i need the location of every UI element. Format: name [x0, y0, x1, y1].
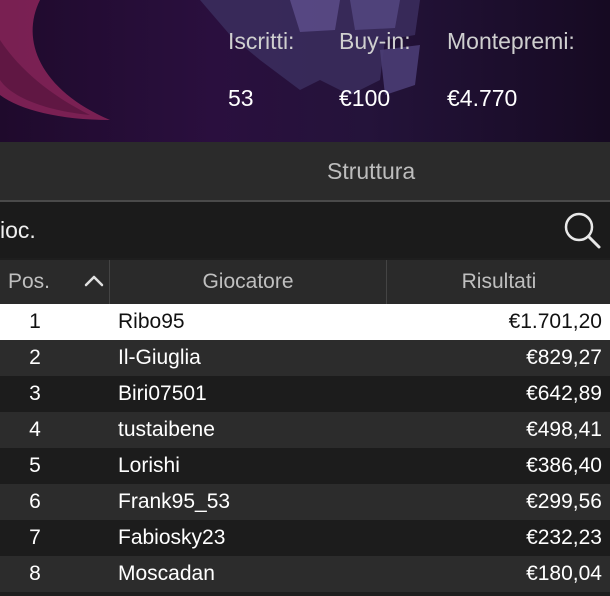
row-result: €180,04 — [526, 562, 602, 585]
structure-tab-bar: Struttura — [0, 142, 610, 202]
search-row — [0, 202, 610, 258]
table-row[interactable]: 4 tustaibene €498,41 — [0, 412, 610, 448]
row-player: Fabiosky23 — [118, 526, 226, 549]
row-player: tustaibene — [118, 418, 215, 441]
row-player: Il-Giuglia — [118, 346, 201, 369]
search-input[interactable] — [0, 202, 540, 258]
column-header-pos-label: Pos. — [8, 270, 51, 293]
row-result: €299,56 — [526, 490, 602, 513]
row-position: 8 — [29, 562, 41, 585]
stat-label-iscritti: Iscritti: — [228, 28, 295, 54]
row-position: 5 — [29, 454, 41, 477]
tab-struttura[interactable]: Struttura — [327, 158, 415, 185]
row-player: Frank95_53 — [118, 490, 231, 513]
chevron-up-icon[interactable] — [84, 274, 104, 288]
row-position: 6 — [29, 490, 41, 513]
stat-value-montepremi: €4.770 — [447, 85, 518, 111]
row-result: €232,23 — [526, 526, 602, 549]
row-position: 7 — [29, 526, 41, 549]
row-position: 1 — [29, 310, 41, 333]
search-icon[interactable] — [562, 210, 602, 250]
table-row[interactable]: 1 Ribo95 €1.701,20 — [0, 304, 610, 340]
results-table-header: Pos. Giocatore Risultati — [0, 260, 610, 304]
row-player: Biri07501 — [118, 382, 207, 405]
row-result: €829,27 — [526, 346, 602, 369]
table-row[interactable]: 2 Il-Giuglia €829,27 — [0, 340, 610, 376]
row-result: €498,41 — [526, 418, 602, 441]
table-row[interactable]: 6 Frank95_53 €299,56 — [0, 484, 610, 520]
row-position: 2 — [29, 346, 41, 369]
stat-value-buyin: €100 — [339, 85, 391, 111]
stat-label-buyin: Buy-in: — [339, 28, 411, 54]
column-header-player[interactable]: Giocatore — [109, 260, 386, 304]
table-row[interactable]: 5 Lorishi €386,40 — [0, 448, 610, 484]
row-position: 3 — [29, 382, 41, 405]
stat-label-montepremi: Montepremi: — [447, 28, 575, 54]
column-header-pos[interactable]: Pos. — [0, 260, 108, 304]
row-position: 4 — [29, 418, 41, 441]
column-header-results[interactable]: Risultati — [386, 260, 610, 304]
banner-artwork — [0, 0, 420, 120]
tournament-banner: Iscritti: Buy-in: Montepremi: 53 €100 €4… — [0, 0, 610, 142]
row-result: €642,89 — [526, 382, 602, 405]
table-row[interactable]: 3 Biri07501 €642,89 — [0, 376, 610, 412]
row-player: Ribo95 — [118, 310, 185, 333]
row-result: €1.701,20 — [508, 310, 602, 333]
table-row[interactable]: 7 Fabiosky23 €232,23 — [0, 520, 610, 556]
row-player: Moscadan — [118, 562, 215, 585]
stat-value-iscritti: 53 — [228, 85, 254, 111]
row-player: Lorishi — [118, 454, 180, 477]
table-row[interactable]: 8 Moscadan €180,04 — [0, 556, 610, 592]
row-result: €386,40 — [526, 454, 602, 477]
